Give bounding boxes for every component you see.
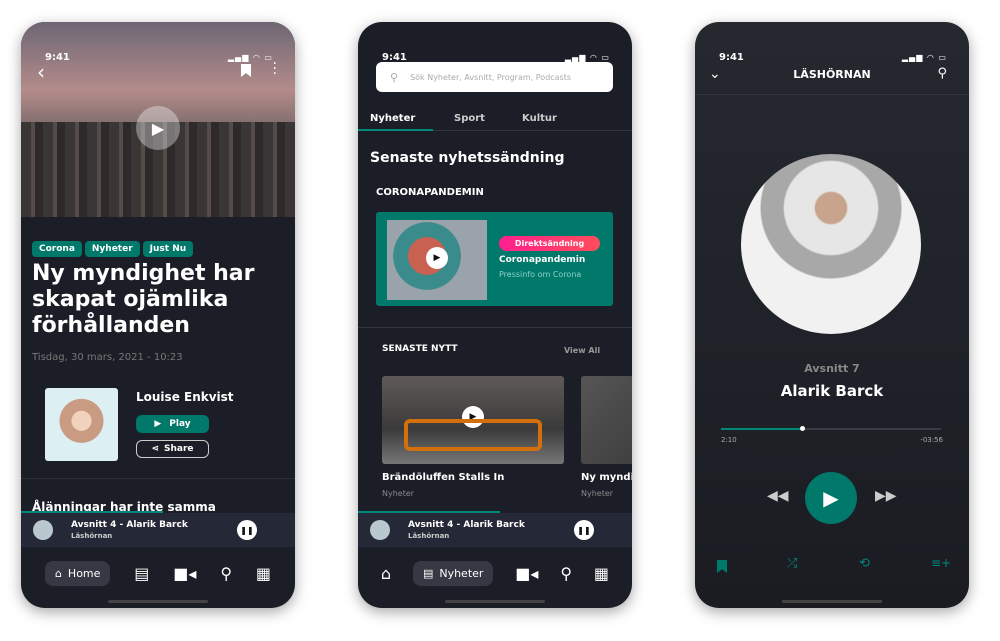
video-icon[interactable]: ■◂ bbox=[173, 564, 196, 583]
play-button[interactable]: ▶ bbox=[805, 472, 857, 524]
article-date: Tisdag, 30 mars, 2021 - 10:23 bbox=[32, 352, 183, 363]
grid-icon[interactable]: ▦ bbox=[594, 564, 609, 583]
card-category: Nyheter bbox=[382, 489, 415, 498]
track-title: Alarik Barck bbox=[780, 382, 884, 400]
forward-button[interactable]: ▶▶ bbox=[875, 488, 897, 504]
news-card[interactable]: Ny myndighet Nyheter bbox=[581, 376, 632, 498]
nav-home[interactable]: ⌂ Home bbox=[44, 560, 111, 586]
player-screen: 9:41 ▂▄▆ ◠ ▭ ⌄ LÄSHÖRNAN ⚲ Avsnitt 7 Ala… bbox=[695, 22, 969, 608]
video-icon[interactable]: ■◂ bbox=[515, 564, 538, 583]
episode-label: Avsnitt 7 bbox=[804, 362, 860, 375]
mini-player[interactable]: Avsnitt 4 - Alarik Barck Läshörnan ❚❚ bbox=[21, 511, 295, 547]
search-input[interactable]: ⚲ Sök Nyheter, Avsnitt, Program, Podcasts bbox=[376, 62, 613, 92]
news-card[interactable]: ▶ Brändöluffen Stalls In Nyheter bbox=[382, 376, 564, 498]
share-button[interactable]: ⋖ Share bbox=[136, 440, 209, 458]
card-category: Nyheter bbox=[581, 489, 614, 498]
card-image bbox=[581, 376, 632, 464]
play-icon: ▶ bbox=[154, 419, 162, 429]
episode-thumbnail bbox=[33, 520, 53, 540]
share-icon: ⋖ bbox=[151, 444, 160, 454]
seek-bar[interactable] bbox=[721, 426, 941, 431]
status-time: 9:41 bbox=[719, 52, 744, 63]
tag[interactable]: Just Nu bbox=[142, 241, 194, 257]
tag[interactable]: Corona bbox=[32, 241, 82, 257]
mini-player-subtitle: Läshörnan bbox=[408, 532, 450, 540]
author-photo bbox=[45, 388, 118, 461]
cover-art bbox=[741, 154, 921, 334]
search-icon: ⚲ bbox=[390, 70, 399, 84]
play-button[interactable]: ▶ Play bbox=[136, 415, 209, 433]
shuffle-icon[interactable]: ⤮ bbox=[787, 556, 797, 571]
bookmark-icon[interactable] bbox=[717, 560, 727, 573]
card-image: ▶ bbox=[382, 376, 564, 464]
rewind-button[interactable]: ◀◀ bbox=[767, 488, 789, 504]
article-screen: 9:41 ▂▄▆ ◠ ▭ ‹ · · · ▶ Corona Nyheter Just N… bbox=[21, 22, 295, 608]
signal-wifi-battery-icon: ▂▄▆ ◠ ▭ bbox=[564, 53, 610, 62]
status-time: 9:41 bbox=[45, 52, 70, 63]
elapsed-time: 2:10 bbox=[721, 436, 737, 444]
video-play-button[interactable]: ▶ bbox=[136, 106, 180, 150]
news-icon[interactable]: ▤ bbox=[134, 564, 149, 583]
active-tab-indicator bbox=[358, 129, 433, 131]
live-badge: Direktsändning bbox=[499, 236, 600, 251]
card-title: Brändöluffen Stalls In bbox=[382, 472, 505, 483]
play-icon[interactable]: ▶ bbox=[426, 247, 448, 269]
article-title: Ny myndighet har skapat ojämlika förhåll… bbox=[32, 261, 255, 338]
section-heading: Senaste nyhetssändning bbox=[370, 150, 565, 166]
signal-wifi-battery-icon: ▂▄▆ ◠ ▭ bbox=[901, 53, 947, 62]
tab-nyheter[interactable]: Nyheter bbox=[370, 113, 415, 124]
divider bbox=[21, 478, 295, 479]
tag-list: Corona Nyheter Just Nu bbox=[32, 236, 196, 257]
home-icon: ⌂ bbox=[54, 566, 62, 580]
remaining-time: -03:56 bbox=[920, 436, 943, 444]
mini-player-title: Avsnitt 4 - Alarik Barck bbox=[71, 520, 188, 530]
search-icon[interactable]: ⚲ bbox=[220, 564, 232, 583]
player-header: LÄSHÖRNAN bbox=[793, 68, 871, 81]
live-card[interactable]: ▶ Direktsändning Coronapandemin Pressinf… bbox=[376, 212, 613, 306]
add-to-queue-icon[interactable]: ≡+ bbox=[931, 556, 951, 570]
search-icon[interactable]: ⚲ bbox=[560, 564, 572, 583]
category-label: CORONAPANDEMIN bbox=[376, 187, 484, 198]
tab-kultur[interactable]: Kultur bbox=[522, 113, 557, 124]
live-subtitle: Pressinfo om Corona bbox=[499, 270, 582, 279]
nav-news[interactable]: ▤ Nyheter bbox=[412, 560, 494, 586]
back-icon[interactable]: ‹ bbox=[37, 60, 45, 84]
view-all-link[interactable]: View All bbox=[564, 346, 600, 355]
signal-wifi-battery-icon: ▂▄▆ ◠ ▭ bbox=[227, 53, 273, 62]
search-icon[interactable]: ⚲ bbox=[937, 66, 947, 81]
bottom-nav: ⌂ Home ▤ ■◂ ⚲ ▦ bbox=[21, 556, 295, 590]
news-icon: ▤ bbox=[422, 566, 434, 580]
home-icon[interactable]: ⌂ bbox=[381, 564, 391, 583]
tag[interactable]: Nyheter bbox=[84, 241, 140, 257]
bottom-nav: ⌂ ▤ Nyheter ■◂ ⚲ ▦ bbox=[358, 556, 632, 590]
mini-player-subtitle: Läshörnan bbox=[71, 532, 113, 540]
grid-icon[interactable]: ▦ bbox=[256, 564, 271, 583]
tab-sport[interactable]: Sport bbox=[454, 113, 485, 124]
mini-player-title: Avsnitt 4 - Alarik Barck bbox=[408, 520, 525, 530]
episode-thumbnail bbox=[370, 520, 390, 540]
author-name: Louise Enkvist bbox=[136, 390, 234, 404]
pause-button[interactable]: ❚❚ bbox=[237, 520, 257, 540]
more-icon[interactable]: · · · bbox=[273, 57, 277, 81]
news-screen: 9:41 ▂▄▆ ◠ ▭ ⚲ Sök Nyheter, Avsnitt, Prog… bbox=[358, 22, 632, 608]
mini-player[interactable]: Avsnitt 4 - Alarik Barck Läshörnan ❚❚ bbox=[358, 511, 632, 547]
latest-heading: SENASTE NYTT bbox=[382, 344, 458, 354]
card-title: Ny myndighet bbox=[581, 472, 632, 483]
repeat-icon[interactable]: ⟲ bbox=[859, 556, 870, 571]
live-title: Coronapandemin bbox=[499, 255, 586, 265]
pause-button[interactable]: ❚❚ bbox=[574, 520, 594, 540]
